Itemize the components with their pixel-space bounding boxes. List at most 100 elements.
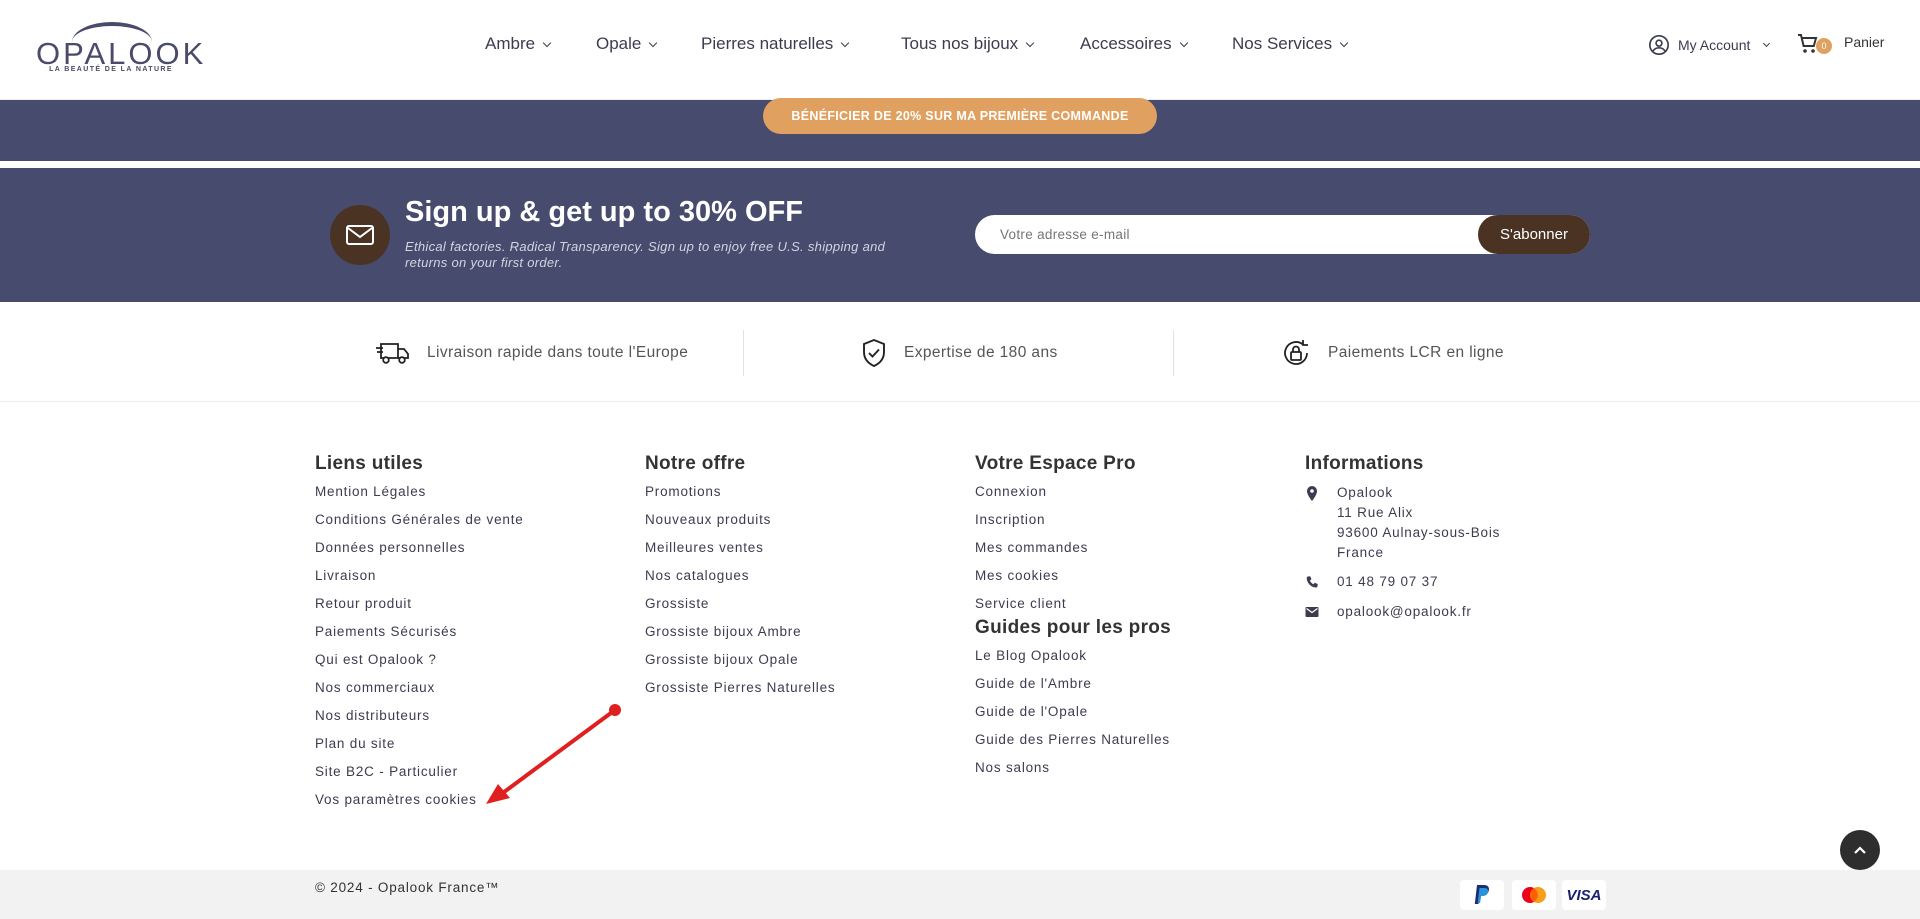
annotation-arrow [486, 704, 621, 804]
footer-link-grossiste[interactable]: Grossiste [645, 597, 835, 625]
phone-row: 01 48 79 07 37 [1305, 572, 1438, 592]
nav-item-pierres-naturelles[interactable]: Pierres naturelles [701, 34, 850, 54]
my-account-menu[interactable]: My Account [1648, 34, 1771, 56]
footer-col-title: Guides pour les pros [975, 617, 1172, 638]
lock-refresh-icon [1284, 340, 1308, 365]
address-line: Opalook [1337, 485, 1393, 500]
footer-link-inscription[interactable]: Inscription [975, 513, 1171, 541]
footer-link-guide-ambre[interactable]: Guide de l'Ambre [975, 677, 1171, 705]
nav-item-ambre[interactable]: Ambre [485, 34, 552, 54]
address-block: Opalook 11 Rue Alix 93600 Aulnay-sous-Bo… [1305, 483, 1500, 563]
footer-col-title: Votre Espace Pro [975, 453, 1136, 474]
features-strip: Livraison rapide dans toute l'Europe Exp… [0, 302, 1920, 402]
email-row: opalook@opalook.fr [1305, 602, 1472, 622]
nav-label: Ambre [485, 34, 536, 53]
nav-label: Opale [596, 34, 642, 53]
footer-link-cgv[interactable]: Conditions Générales de vente [315, 513, 524, 541]
nav-label: Tous nos bijoux [901, 34, 1019, 53]
feature-divider [1173, 330, 1174, 376]
chevron-down-icon [1763, 39, 1771, 47]
cart-count-badge: 0 [1816, 38, 1832, 54]
nav-label: Accessoires [1080, 34, 1172, 53]
back-to-top-button[interactable] [1840, 830, 1880, 870]
feature-payments: Paiements LCR en ligne [1280, 330, 1504, 376]
footer-link-qui-est-opalook[interactable]: Qui est Opalook ? [315, 653, 524, 681]
shield-check-icon [863, 338, 885, 368]
footer-link-grossiste-pierres[interactable]: Grossiste Pierres Naturelles [645, 681, 835, 709]
mail-icon-circle [330, 205, 390, 265]
feature-label: Livraison rapide dans toute l'Europe [427, 344, 689, 361]
user-circle-icon [1649, 35, 1669, 55]
footer-col-title: Notre offre [645, 453, 746, 474]
feature-label: Expertise de 180 ans [904, 344, 1058, 361]
footer-link-livraison[interactable]: Livraison [315, 569, 524, 597]
footer-link-service-client[interactable]: Service client [975, 597, 1171, 611]
feature-delivery: Livraison rapide dans toute l'Europe [375, 330, 688, 376]
footer-link-meilleures-ventes[interactable]: Meilleures ventes [645, 541, 835, 569]
nav-item-opale[interactable]: Opale [596, 34, 658, 54]
feature-expertise: Expertise de 180 ans [860, 330, 1058, 376]
footer-link-guide-pierres[interactable]: Guide des Pierres Naturelles [975, 733, 1171, 761]
phone-icon [1306, 576, 1318, 588]
chevron-up-icon [1854, 846, 1866, 854]
footer-link-connexion[interactable]: Connexion [975, 485, 1171, 513]
subscribe-button[interactable]: S'abonner [1478, 215, 1590, 254]
footer-col-notre-offre: Notre offre Promotions Nouveaux produits… [645, 453, 835, 709]
chevron-down-icon [841, 38, 850, 48]
logo-tagline: LA BEAUTÉ DE LA NATURE [49, 66, 173, 73]
footer-link-donnees-personnelles[interactable]: Données personnelles [315, 541, 524, 569]
footer-link-paiements-securises[interactable]: Paiements Sécurisés [315, 625, 524, 653]
footer-link-promotions[interactable]: Promotions [645, 485, 835, 513]
site-header: OPALOOK LA BEAUTÉ DE LA NATURE Ambre Opa… [0, 0, 1920, 100]
footer-link-grossiste-ambre[interactable]: Grossiste bijoux Ambre [645, 625, 835, 653]
footer-link-grossiste-opale[interactable]: Grossiste bijoux Opale [645, 653, 835, 681]
address-line: 11 Rue Alix [1337, 505, 1414, 520]
nav-item-accessoires[interactable]: Accessoires [1080, 34, 1188, 54]
location-pin-icon [1307, 486, 1317, 501]
envelope-icon [346, 225, 374, 245]
newsletter-subtitle: Ethical factories. Radical Transparency.… [405, 239, 886, 270]
chevron-down-icon [649, 38, 658, 48]
footer-link-blog[interactable]: Le Blog Opalook [975, 649, 1171, 677]
newsletter-section [0, 168, 1920, 302]
footer-link-mentions-legales[interactable]: Mention Légales [315, 485, 524, 513]
paypal-icon [1460, 880, 1504, 910]
copyright-text: © 2024 - Opalook France™ [315, 880, 500, 895]
chevron-down-icon [1025, 38, 1035, 48]
visa-icon: VISA [1562, 880, 1606, 910]
footer-col-informations: Informations [1305, 453, 1424, 485]
my-account-label: My Account [1678, 37, 1751, 53]
footer-link-nouveaux-produits[interactable]: Nouveaux produits [645, 513, 835, 541]
address-line: 93600 Aulnay-sous-Bois [1337, 525, 1501, 540]
address-line: France [1337, 545, 1384, 560]
main-nav: Ambre Opale Pierres naturelles Tous nos … [0, 34, 1920, 58]
footer-link-nos-salons[interactable]: Nos salons [975, 761, 1171, 789]
footer-link-mes-cookies[interactable]: Mes cookies [975, 569, 1171, 597]
chevron-down-icon [542, 38, 552, 48]
nav-label: Pierres naturelles [701, 34, 834, 53]
feature-divider [743, 330, 744, 376]
nav-item-nos-services[interactable]: Nos Services [1232, 34, 1349, 54]
footer-col-title: Liens utiles [315, 453, 424, 474]
truck-icon [376, 343, 409, 364]
chevron-down-icon [1339, 38, 1349, 48]
cart-link[interactable]: 0 Panier [1796, 32, 1884, 56]
footer-link-mes-commandes[interactable]: Mes commandes [975, 541, 1171, 569]
feature-label: Paiements LCR en ligne [1328, 344, 1504, 361]
footer-link-retour-produit[interactable]: Retour produit [315, 597, 524, 625]
email-link[interactable]: opalook@opalook.fr [1337, 602, 1472, 622]
chevron-down-icon [1179, 38, 1188, 48]
footer-col-espace-pro: Votre Espace Pro Connexion Inscription M… [975, 453, 1171, 789]
footer-link-nos-catalogues[interactable]: Nos catalogues [645, 569, 835, 597]
footer-col-title: Informations [1305, 453, 1424, 474]
footer-link-guide-opale[interactable]: Guide de l'Opale [975, 705, 1171, 733]
first-order-discount-button[interactable]: BÉNÉFICIER DE 20% SUR MA PREMIÈRE COMMAN… [763, 101, 1157, 135]
mastercard-icon [1512, 880, 1556, 910]
newsletter-title: Sign up & get up to 30% OFF [405, 196, 803, 228]
phone-link[interactable]: 01 48 79 07 37 [1337, 572, 1438, 592]
mail-icon [1305, 607, 1319, 617]
footer-bottom-bar [0, 870, 1920, 919]
nav-label: Nos Services [1232, 34, 1333, 53]
nav-item-tous-nos-bijoux[interactable]: Tous nos bijoux [901, 34, 1035, 54]
cart-label: Panier [1844, 34, 1885, 50]
